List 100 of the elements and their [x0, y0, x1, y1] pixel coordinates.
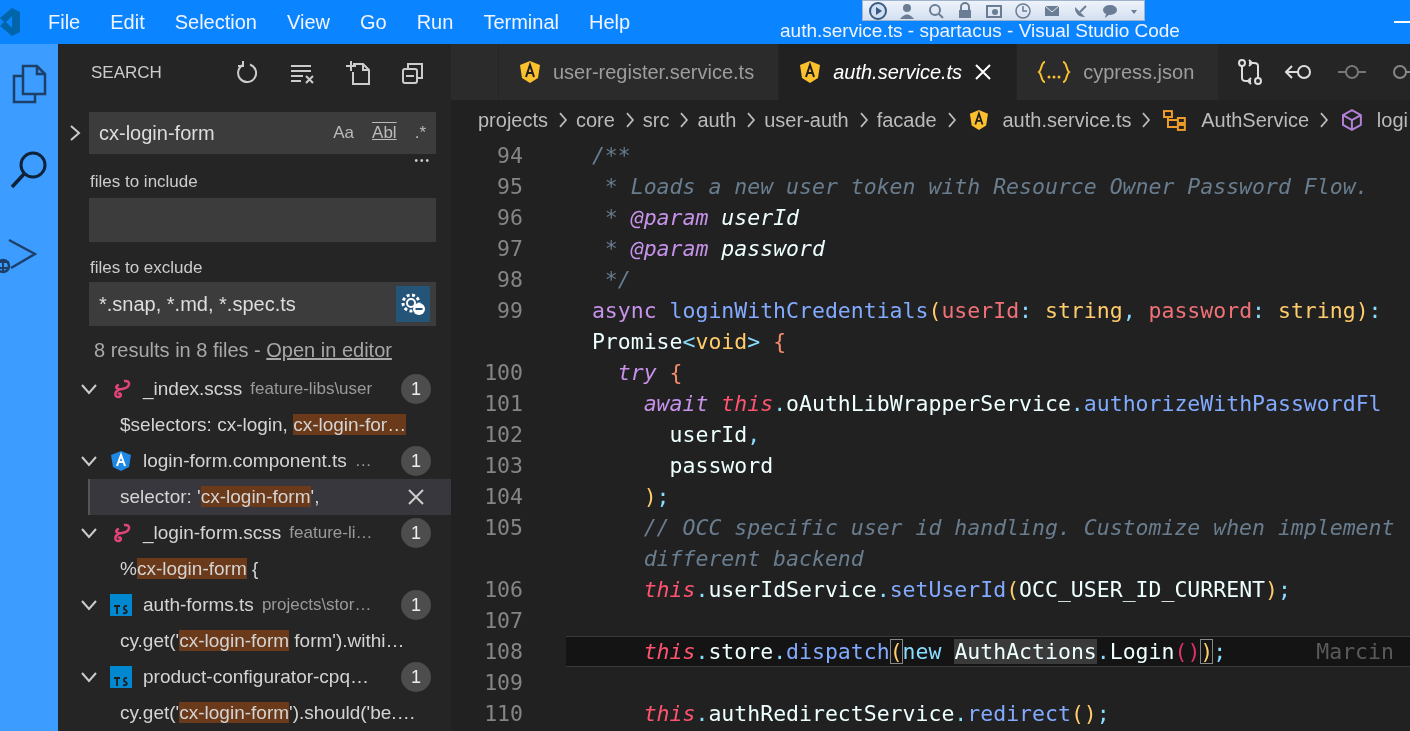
file-path: projects\stor… — [261, 595, 372, 615]
line-number: 97 — [496, 236, 523, 261]
toggle-button[interactable]: .* — [410, 121, 430, 145]
angular-file-icon — [799, 60, 822, 84]
chevron-icon — [746, 111, 757, 129]
line-number: 103 — [483, 453, 523, 478]
search-result-row[interactable]: cy.get('cx-login-form').should('be.… — [58, 695, 451, 731]
run-debug-icon[interactable] — [0, 236, 37, 276]
panel-title: SEARCH — [91, 63, 162, 83]
code-line: Promise<void> { — [590, 329, 787, 354]
breadcrumb-item[interactable]: auth — [697, 108, 737, 132]
breadcrumb-item[interactable]: src — [642, 108, 670, 132]
file-name[interactable]: product-configurator-cpq… — [143, 666, 369, 688]
code-line: * Loads a new user token with Resource Owner Password Flow. — [603, 174, 1369, 199]
line-number: 109 — [483, 670, 523, 695]
chevron-icon[interactable] — [80, 671, 98, 683]
settings-icon[interactable] — [396, 286, 430, 322]
search-result-row[interactable]: %cx-login-form { — [58, 551, 451, 587]
code-line: userId, — [668, 422, 761, 447]
count-badge: 1 — [401, 518, 431, 548]
line-number: 94 — [496, 143, 523, 168]
line-number: 108 — [483, 639, 523, 664]
code-line: this.store.dispatch(new AuthActions.Login()); — [642, 639, 1227, 664]
blame-annotation: Marcin — [1316, 639, 1394, 664]
chevron-icon — [946, 111, 957, 129]
typescript-file-icon — [110, 594, 132, 616]
code-line: async loginWithCredentials(userId: string, password: string): — [590, 298, 1382, 323]
new-file-icon[interactable] — [344, 60, 371, 86]
file-path: … — [354, 451, 372, 471]
breadcrumb-item[interactable]: user-auth — [764, 108, 849, 132]
play-icon[interactable] — [867, 0, 888, 21]
chevron-icon[interactable] — [80, 383, 98, 395]
line-number: 105 — [483, 515, 523, 540]
file-path: feature-libs\user — [250, 379, 373, 399]
field-label: files to include — [90, 172, 199, 192]
files-icon[interactable] — [11, 64, 47, 104]
chevron-icon — [624, 111, 635, 129]
toggle-button[interactable]: Abl — [368, 121, 401, 145]
editor-tab[interactable]: user-register.service.ts — [499, 44, 780, 100]
breadcrumb-item[interactable]: facade — [876, 108, 937, 132]
chevron-icon[interactable] — [80, 455, 98, 467]
code-line: different backend — [642, 546, 864, 571]
breadcrumb-item[interactable]: projects — [478, 108, 549, 132]
angular-file-icon — [110, 450, 132, 472]
chevron-icon — [1319, 111, 1329, 129]
editor-tab[interactable]: auth.service.ts — [779, 44, 1018, 100]
chevron-icon — [558, 111, 568, 129]
chevron-icon[interactable] — [69, 124, 81, 142]
code-line: /** — [590, 143, 631, 168]
class-icon — [1163, 109, 1188, 131]
more-options[interactable]: ••• — [414, 154, 431, 168]
commit-icon[interactable] — [1337, 62, 1368, 82]
toggle-button[interactable]: Aa — [329, 121, 359, 145]
line-number: 104 — [483, 484, 523, 509]
chevron-icon[interactable] — [80, 599, 98, 611]
search-result-row[interactable]: cy.get('cx-login-form form').withi… — [58, 623, 451, 659]
refresh-icon[interactable] — [234, 61, 259, 85]
search-icon[interactable] — [9, 150, 49, 190]
cube-icon — [1340, 108, 1363, 132]
field-label: files to exclude — [90, 258, 204, 278]
minimize-icon[interactable] — [1394, 21, 1410, 25]
breadcrumb-item[interactable]: logi — [1376, 108, 1408, 132]
input-field[interactable]: *.snap, *.md, *.spec.ts — [89, 282, 436, 326]
editor-tab[interactable]: cypress.json — [1017, 44, 1220, 100]
count-badge: 1 — [401, 590, 431, 620]
file-name[interactable]: _index.scss — [143, 378, 243, 400]
window-title: auth.service.ts - spartacus - Visual Studio Code — [780, 20, 1180, 43]
breadcrumb-item[interactable]: AuthService — [1201, 108, 1310, 132]
clock-icon[interactable] — [1013, 0, 1033, 21]
breadcrumb-item[interactable]: core — [575, 108, 615, 132]
file-path: feature-li… — [289, 523, 373, 543]
code-line: // OCC specific user id handling. Customize when implement — [642, 515, 1395, 540]
typescript-file-icon — [110, 666, 132, 688]
count-badge: 1 — [401, 374, 431, 404]
breadcrumb-item[interactable]: auth.service.ts — [1002, 108, 1132, 132]
open-in-editor-link[interactable]: Open in editor — [266, 339, 392, 361]
line-number: 96 — [496, 205, 523, 230]
code-line: * @param password — [603, 236, 825, 261]
chevron-icon — [1141, 111, 1152, 129]
line-number: 95 — [496, 174, 523, 199]
code-line: */ — [603, 267, 631, 292]
chevron-icon[interactable] — [80, 527, 98, 539]
app-logo-icon — [0, 8, 20, 36]
close-icon[interactable] — [407, 488, 425, 506]
file-name[interactable]: auth-forms.ts — [143, 594, 254, 616]
search-result-row[interactable]: selector: 'cx-login-form', — [88, 479, 451, 515]
chevron-icon — [679, 111, 690, 129]
compare-changes-icon[interactable] — [1237, 58, 1264, 86]
code-line: try { — [616, 360, 683, 385]
line-number: 98 — [496, 267, 523, 292]
collapse-all-icon[interactable] — [400, 61, 425, 85]
search-result-row[interactable]: $selectors: cx-login, cx-login-for… — [58, 407, 451, 443]
code-line: * @param userId — [603, 205, 799, 230]
chevron-icon — [858, 111, 869, 129]
results-summary: 8 results in 8 files - — [94, 339, 262, 361]
file-name[interactable]: _login-form.scss — [143, 522, 282, 544]
search-field[interactable]: cx-login-form Aa Abl .* — [89, 112, 436, 154]
code-line: password — [668, 453, 774, 478]
code-line: await this.oAuthLibWrapperService.authorizeWithPasswordFl — [642, 391, 1382, 416]
file-name[interactable]: login-form.component.ts — [143, 450, 347, 472]
